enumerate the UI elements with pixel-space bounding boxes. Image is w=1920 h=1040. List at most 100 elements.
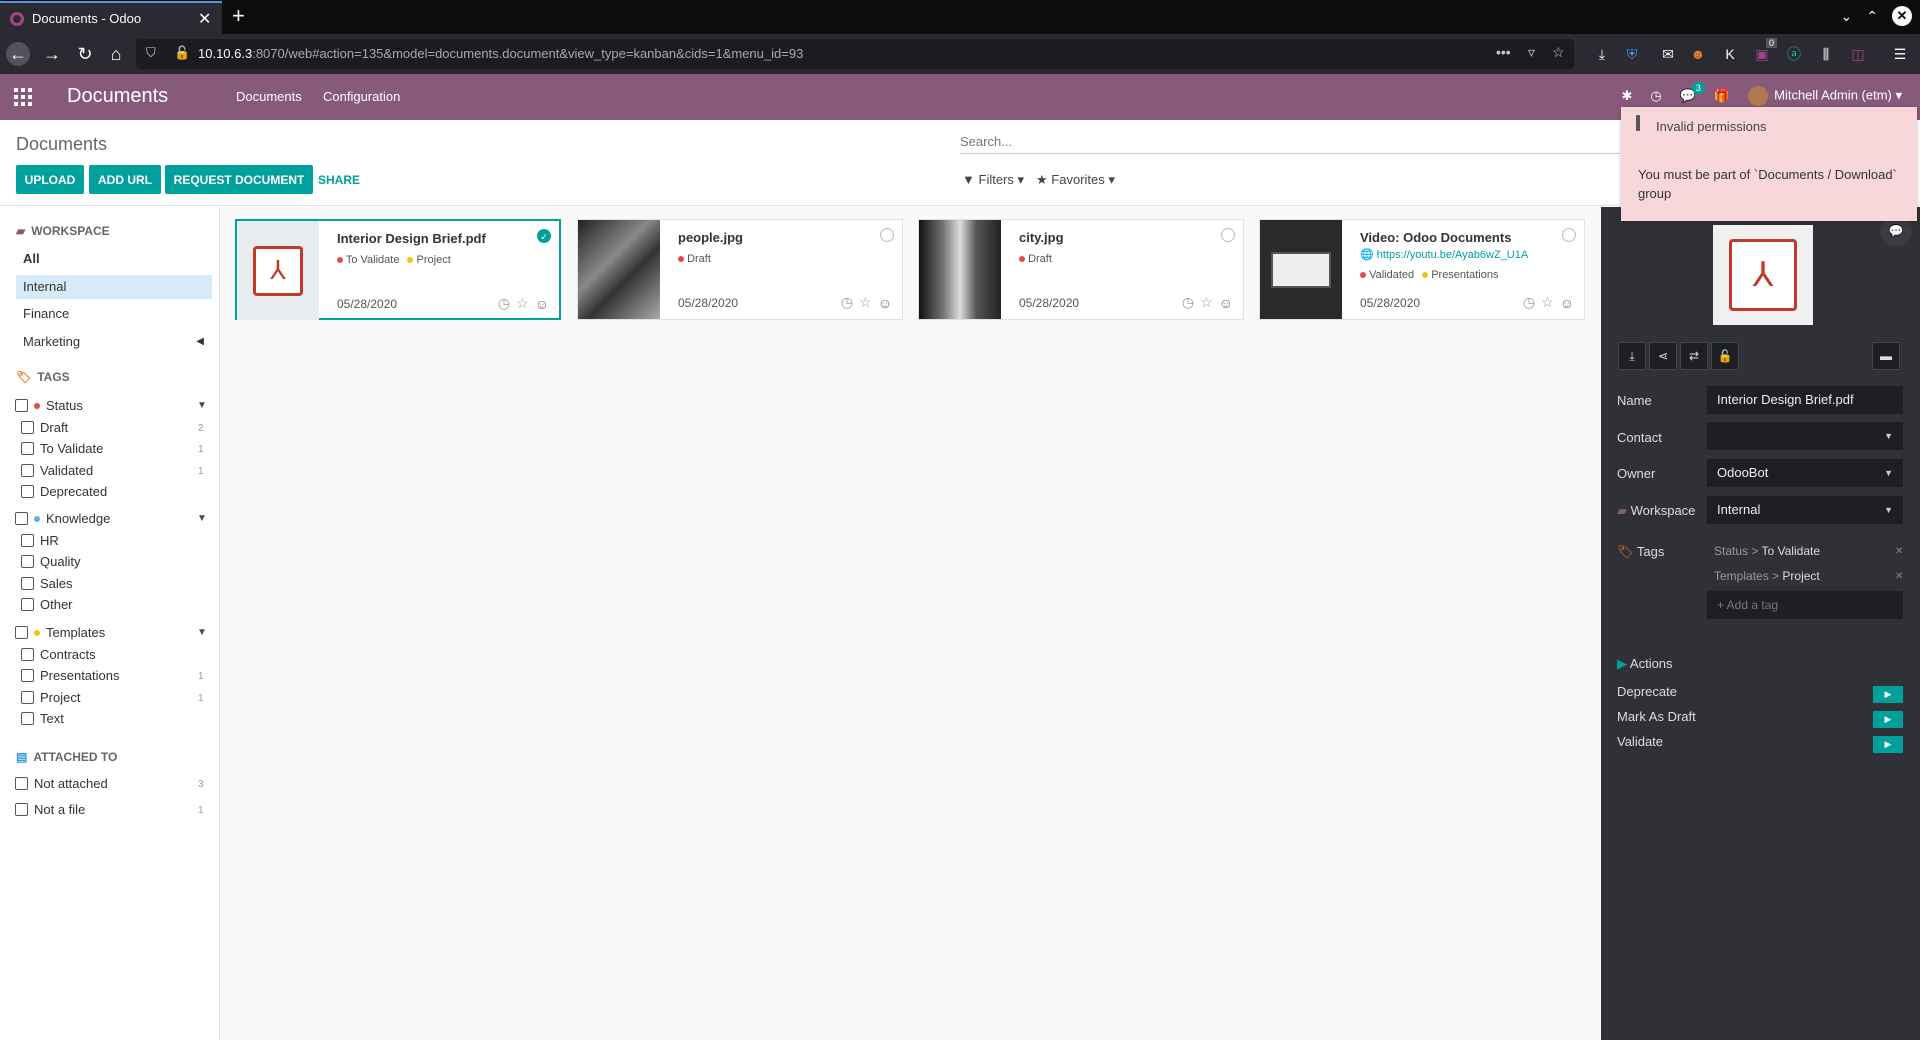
tag-quality[interactable]: Quality [21, 554, 80, 569]
activity-clock-icon[interactable]: ◷ [498, 295, 510, 312]
messaging-icon[interactable]: 💬 3 [1680, 82, 1705, 104]
owner-field[interactable]: OdooBot ▼ [1707, 459, 1903, 487]
page-actions-icon[interactable]: ••• [1496, 44, 1511, 60]
downloads-icon[interactable]: ⤓ [1592, 44, 1612, 64]
share-icon[interactable]: ⋖ [1649, 342, 1677, 370]
workspace-finance[interactable]: Finance [16, 302, 212, 326]
document-url-link[interactable]: 🌐 https://youtu.be/Ayab6wZ_U1A [1360, 248, 1528, 261]
share-button[interactable]: SHARE [318, 165, 360, 194]
favorites-dropdown[interactable]: ★ Favorites ▾ [1036, 172, 1115, 188]
tag-group-templates[interactable]: Templates [15, 625, 105, 640]
reload-icon[interactable]: ↻ [73, 42, 97, 66]
new-tab-button[interactable]: + [232, 3, 245, 29]
select-checkbox-icon[interactable] [880, 228, 894, 242]
shield-icon[interactable]: ⛉ [146, 45, 156, 61]
select-checkbox-icon[interactable] [1562, 228, 1576, 242]
document-card[interactable]: city.jpg Draft 05/28/2020 ◷ ☆ ☺ [918, 219, 1244, 320]
extension-monkey-icon[interactable]: ☻ [1688, 44, 1708, 64]
url-bar[interactable]: ⛉ 🔓 10.10.6.3:8070/web#action=135&model=… [136, 39, 1574, 69]
video-thumbnail[interactable] [1260, 220, 1342, 319]
close-window-icon[interactable]: ✕ [1892, 6, 1912, 26]
tag-text[interactable]: Text [21, 711, 64, 726]
favorite-star-icon[interactable]: ☆ [859, 294, 872, 311]
remove-tag-icon[interactable]: ✕ [1895, 546, 1903, 557]
favorite-star-icon[interactable]: ☆ [516, 295, 529, 312]
forward-icon[interactable]: → [40, 42, 64, 66]
filters-dropdown[interactable]: ▼ Filters ▾ [962, 172, 1024, 188]
selected-check-icon[interactable]: ✓ [537, 229, 551, 243]
insecure-lock-icon[interactable]: 🔓 [174, 45, 190, 61]
activity-clock-icon[interactable]: ◷ [1182, 294, 1194, 311]
extension-k-icon[interactable]: K [1720, 44, 1740, 64]
workspace-internal[interactable]: Internal [16, 275, 212, 299]
tag-hr[interactable]: HR [21, 533, 59, 548]
inspector-preview[interactable]: ⅄ [1713, 225, 1813, 325]
tag-project[interactable]: Project [21, 690, 80, 705]
extension-a-icon[interactable]: ⓐ [1784, 44, 1804, 64]
tag-draft[interactable]: Draft [21, 420, 68, 435]
url-text[interactable]: 10.10.6.3:8070/web#action=135&model=docu… [198, 46, 803, 61]
debug-bug-icon[interactable]: ✱ [1621, 88, 1632, 104]
tag-validated[interactable]: Validated [21, 463, 93, 478]
tag-to-validate[interactable]: To Validate [21, 441, 103, 456]
remove-tag-icon[interactable]: ✕ [1895, 571, 1903, 582]
search-input[interactable] [960, 130, 1620, 152]
document-card[interactable]: people.jpg Draft 05/28/2020 ◷ ☆ ☺ [577, 219, 903, 320]
home-icon[interactable]: ⌂ [104, 42, 128, 66]
name-field[interactable]: Interior Design Brief.pdf [1707, 386, 1903, 414]
tag-group-status[interactable]: Status [15, 398, 83, 413]
request-document-button[interactable]: REQUEST DOCUMENT [165, 165, 313, 194]
bookmark-star-icon[interactable]: ☆ [1552, 44, 1565, 61]
bitwarden-icon[interactable]: ⛨ [1622, 44, 1642, 64]
app-title[interactable]: Documents [67, 85, 168, 108]
tag-other[interactable]: Other [21, 597, 73, 612]
collapse-caret-icon[interactable]: ▼ [197, 627, 207, 638]
owner-avatar-icon[interactable]: ☺ [878, 295, 892, 311]
add-url-button[interactable]: ADD URL [89, 165, 161, 194]
checkbox[interactable] [15, 399, 28, 412]
play-icon[interactable]: ▶ [1873, 736, 1903, 753]
workspace-all[interactable]: All [16, 247, 212, 271]
activity-clock-icon[interactable]: ◷ [1523, 294, 1535, 311]
tag-deprecated[interactable]: Deprecated [21, 484, 107, 499]
image-thumbnail[interactable] [578, 220, 660, 319]
select-checkbox-icon[interactable] [1221, 228, 1235, 242]
workspace-field[interactable]: Internal ▼ [1707, 496, 1903, 524]
owner-avatar-icon[interactable]: ☺ [1219, 295, 1233, 311]
gift-icon[interactable]: 🎁 [1714, 88, 1730, 104]
filter-not-a-file[interactable]: Not a file [15, 802, 85, 817]
contact-field[interactable]: ▼ [1707, 422, 1903, 450]
activity-clock-icon[interactable]: ◷ [841, 294, 853, 311]
tab-list-icon[interactable]: ⌄ [1841, 8, 1853, 25]
lock-icon[interactable]: 🔓 [1711, 342, 1739, 370]
activity-clock-icon[interactable]: ◷ [1650, 88, 1661, 104]
hamburger-menu-icon[interactable]: ☰ [1890, 44, 1910, 64]
add-tag-input[interactable]: + Add a tag [1707, 591, 1903, 619]
user-menu[interactable]: Mitchell Admin (etm) ▾ [1748, 86, 1902, 106]
actions-header[interactable]: ▶ Actions [1617, 656, 1673, 672]
owner-avatar-icon[interactable]: ☺ [1560, 295, 1574, 311]
image-thumbnail[interactable] [919, 220, 1001, 319]
apps-menu-icon[interactable] [14, 88, 32, 106]
pocket-icon[interactable]: ▿ [1528, 44, 1535, 61]
favorite-star-icon[interactable]: ☆ [1200, 294, 1213, 311]
collapse-caret-icon[interactable]: ▼ [197, 400, 207, 411]
back-icon[interactable]: ← [6, 42, 30, 66]
extension-box-icon[interactable]: ◫ [1848, 44, 1868, 64]
menu-documents[interactable]: Documents [236, 89, 302, 104]
replace-icon[interactable]: ⇄ [1680, 342, 1708, 370]
document-card[interactable]: Video: Odoo Documents 🌐 https://youtu.be… [1259, 219, 1585, 320]
tag-presentations[interactable]: Presentations [21, 668, 120, 683]
menu-configuration[interactable]: Configuration [323, 89, 400, 104]
upload-button[interactable]: UPLOAD [16, 165, 84, 194]
document-thumbnail[interactable]: ⅄ [237, 221, 319, 320]
play-icon[interactable]: ▶ [1873, 711, 1903, 728]
library-icon[interactable]: ⫼ [1816, 44, 1836, 64]
collapse-caret-icon[interactable]: ▼ [197, 513, 207, 524]
play-icon[interactable]: ▶ [1873, 686, 1903, 703]
mail-icon[interactable]: ✉ [1658, 44, 1678, 64]
document-card[interactable]: ⅄ Interior Design Brief.pdf To Validate … [235, 219, 561, 320]
minimize-icon[interactable]: ⌃ [1866, 8, 1878, 25]
favorite-star-icon[interactable]: ☆ [1541, 294, 1554, 311]
error-notification[interactable]: Invalid permissions You must be part of … [1621, 107, 1917, 221]
